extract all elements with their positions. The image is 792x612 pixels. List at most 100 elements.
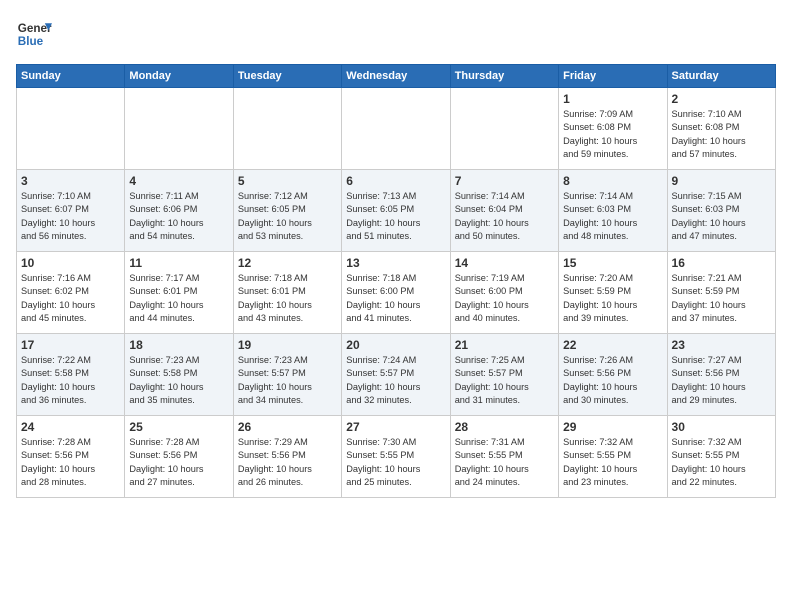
day-number: 23 (672, 338, 771, 352)
day-cell-7: 7 Sunrise: 7:14 AMSunset: 6:04 PMDaylight… (450, 170, 558, 252)
day-info: Sunrise: 7:23 AMSunset: 5:57 PMDaylight:… (238, 354, 337, 407)
day-number: 26 (238, 420, 337, 434)
day-number: 17 (21, 338, 120, 352)
day-cell-24: 24Sunrise: 7:28 AMSunset: 5:56 PMDayligh… (17, 416, 125, 498)
day-number: 13 (346, 256, 445, 270)
day-number: 9 (672, 174, 771, 188)
empty-cell (125, 88, 233, 170)
day-info: Sunrise: 7:15 AMSunset: 6:03 PMDaylight:… (672, 190, 771, 243)
day-info: Sunrise: 7:14 AMSunset: 6:04 PMDaylight:… (455, 190, 554, 243)
day-number: 21 (455, 338, 554, 352)
day-cell-17: 17 Sunrise: 7:22 AMSunset: 5:58 PMDayligh… (17, 334, 125, 416)
day-number: 7 (455, 174, 554, 188)
day-info: Sunrise: 7:24 AMSunset: 5:57 PMDaylight:… (346, 354, 445, 407)
day-number: 11 (129, 256, 228, 270)
day-cell-30: 30 Sunrise: 7:32 AMSunset: 5:55 PMDayligh… (667, 416, 775, 498)
day-number: 14 (455, 256, 554, 270)
day-cell-11: 11 Sunrise: 7:17 AMSunset: 6:01 PMDayligh… (125, 252, 233, 334)
day-cell-29: 29 Sunrise: 7:32 AMSunset: 5:55 PMDayligh… (559, 416, 667, 498)
week-row-1: 1 Sunrise: 7:09 AMSunset: 6:08 PMDaylight… (17, 88, 776, 170)
weekday-header-saturday: Saturday (667, 65, 775, 88)
day-info: Sunrise: 7:18 AMSunset: 6:00 PMDaylight:… (346, 272, 445, 325)
day-number: 2 (672, 92, 771, 106)
weekday-header-wednesday: Wednesday (342, 65, 450, 88)
day-info: Sunrise: 7:19 AMSunset: 6:00 PMDaylight:… (455, 272, 554, 325)
day-number: 22 (563, 338, 662, 352)
day-number: 12 (238, 256, 337, 270)
day-info: Sunrise: 7:23 AMSunset: 5:58 PMDaylight:… (129, 354, 228, 407)
day-number: 6 (346, 174, 445, 188)
day-number: 8 (563, 174, 662, 188)
day-cell-21: 21 Sunrise: 7:25 AMSunset: 5:57 PMDayligh… (450, 334, 558, 416)
weekday-header-sunday: Sunday (17, 65, 125, 88)
day-info: Sunrise: 7:30 AMSunset: 5:55 PMDaylight:… (346, 436, 445, 489)
day-info: Sunrise: 7:13 AMSunset: 6:05 PMDaylight:… (346, 190, 445, 243)
day-cell-19: 19 Sunrise: 7:23 AMSunset: 5:57 PMDayligh… (233, 334, 341, 416)
day-cell-16: 16Sunrise: 7:21 AMSunset: 5:59 PMDayligh… (667, 252, 775, 334)
day-info: Sunrise: 7:16 AMSunset: 6:02 PMDaylight:… (21, 272, 120, 325)
day-info: Sunrise: 7:28 AMSunset: 5:56 PMDaylight:… (129, 436, 228, 489)
day-cell-20: 20Sunrise: 7:24 AMSunset: 5:57 PMDayligh… (342, 334, 450, 416)
day-cell-25: 25Sunrise: 7:28 AMSunset: 5:56 PMDayligh… (125, 416, 233, 498)
day-info: Sunrise: 7:09 AMSunset: 6:08 PMDaylight:… (563, 108, 662, 161)
day-cell-28: 28 Sunrise: 7:31 AMSunset: 5:55 PMDayligh… (450, 416, 558, 498)
day-number: 4 (129, 174, 228, 188)
weekday-header-row: SundayMondayTuesdayWednesdayThursdayFrid… (17, 65, 776, 88)
day-number: 27 (346, 420, 445, 434)
day-number: 29 (563, 420, 662, 434)
day-info: Sunrise: 7:32 AMSunset: 5:55 PMDaylight:… (672, 436, 771, 489)
day-info: Sunrise: 7:31 AMSunset: 5:55 PMDaylight:… (455, 436, 554, 489)
day-number: 3 (21, 174, 120, 188)
day-cell-13: 13 Sunrise: 7:18 AMSunset: 6:00 PMDayligh… (342, 252, 450, 334)
page-header: General Blue (16, 16, 776, 52)
week-row-2: 3 Sunrise: 7:10 AMSunset: 6:07 PMDaylight… (17, 170, 776, 252)
day-info: Sunrise: 7:26 AMSunset: 5:56 PMDaylight:… (563, 354, 662, 407)
empty-cell (450, 88, 558, 170)
empty-cell (233, 88, 341, 170)
svg-text:Blue: Blue (18, 35, 44, 48)
day-number: 28 (455, 420, 554, 434)
day-cell-18: 18 Sunrise: 7:23 AMSunset: 5:58 PMDayligh… (125, 334, 233, 416)
day-cell-3: 3 Sunrise: 7:10 AMSunset: 6:07 PMDaylight… (17, 170, 125, 252)
day-info: Sunrise: 7:18 AMSunset: 6:01 PMDaylight:… (238, 272, 337, 325)
day-number: 18 (129, 338, 228, 352)
day-info: Sunrise: 7:12 AMSunset: 6:05 PMDaylight:… (238, 190, 337, 243)
day-info: Sunrise: 7:22 AMSunset: 5:58 PMDaylight:… (21, 354, 120, 407)
day-cell-4: 4 Sunrise: 7:11 AMSunset: 6:06 PMDaylight… (125, 170, 233, 252)
day-cell-10: 10 Sunrise: 7:16 AMSunset: 6:02 PMDayligh… (17, 252, 125, 334)
day-info: Sunrise: 7:21 AMSunset: 5:59 PMDaylight:… (672, 272, 771, 325)
weekday-header-thursday: Thursday (450, 65, 558, 88)
day-cell-5: 5 Sunrise: 7:12 AMSunset: 6:05 PMDaylight… (233, 170, 341, 252)
day-info: Sunrise: 7:32 AMSunset: 5:55 PMDaylight:… (563, 436, 662, 489)
day-info: Sunrise: 7:20 AMSunset: 5:59 PMDaylight:… (563, 272, 662, 325)
day-info: Sunrise: 7:10 AMSunset: 6:07 PMDaylight:… (21, 190, 120, 243)
day-cell-12: 12 Sunrise: 7:18 AMSunset: 6:01 PMDayligh… (233, 252, 341, 334)
day-cell-27: 27 Sunrise: 7:30 AMSunset: 5:55 PMDayligh… (342, 416, 450, 498)
day-info: Sunrise: 7:29 AMSunset: 5:56 PMDaylight:… (238, 436, 337, 489)
calendar-table: SundayMondayTuesdayWednesdayThursdayFrid… (16, 64, 776, 498)
day-info: Sunrise: 7:25 AMSunset: 5:57 PMDaylight:… (455, 354, 554, 407)
day-info: Sunrise: 7:11 AMSunset: 6:06 PMDaylight:… (129, 190, 228, 243)
day-number: 15 (563, 256, 662, 270)
empty-cell (17, 88, 125, 170)
logo-icon: General Blue (16, 16, 52, 52)
day-cell-22: 22 Sunrise: 7:26 AMSunset: 5:56 PMDayligh… (559, 334, 667, 416)
day-number: 5 (238, 174, 337, 188)
day-number: 30 (672, 420, 771, 434)
day-number: 1 (563, 92, 662, 106)
week-row-5: 24Sunrise: 7:28 AMSunset: 5:56 PMDayligh… (17, 416, 776, 498)
day-info: Sunrise: 7:17 AMSunset: 6:01 PMDaylight:… (129, 272, 228, 325)
day-info: Sunrise: 7:27 AMSunset: 5:56 PMDaylight:… (672, 354, 771, 407)
day-number: 10 (21, 256, 120, 270)
week-row-3: 10 Sunrise: 7:16 AMSunset: 6:02 PMDayligh… (17, 252, 776, 334)
day-cell-1: 1 Sunrise: 7:09 AMSunset: 6:08 PMDaylight… (559, 88, 667, 170)
day-cell-15: 15 Sunrise: 7:20 AMSunset: 5:59 PMDayligh… (559, 252, 667, 334)
empty-cell (342, 88, 450, 170)
day-info: Sunrise: 7:10 AMSunset: 6:08 PMDaylight:… (672, 108, 771, 161)
day-cell-26: 26 Sunrise: 7:29 AMSunset: 5:56 PMDayligh… (233, 416, 341, 498)
day-cell-6: 6 Sunrise: 7:13 AMSunset: 6:05 PMDaylight… (342, 170, 450, 252)
weekday-header-tuesday: Tuesday (233, 65, 341, 88)
day-number: 19 (238, 338, 337, 352)
day-cell-23: 23 Sunrise: 7:27 AMSunset: 5:56 PMDayligh… (667, 334, 775, 416)
weekday-header-monday: Monday (125, 65, 233, 88)
